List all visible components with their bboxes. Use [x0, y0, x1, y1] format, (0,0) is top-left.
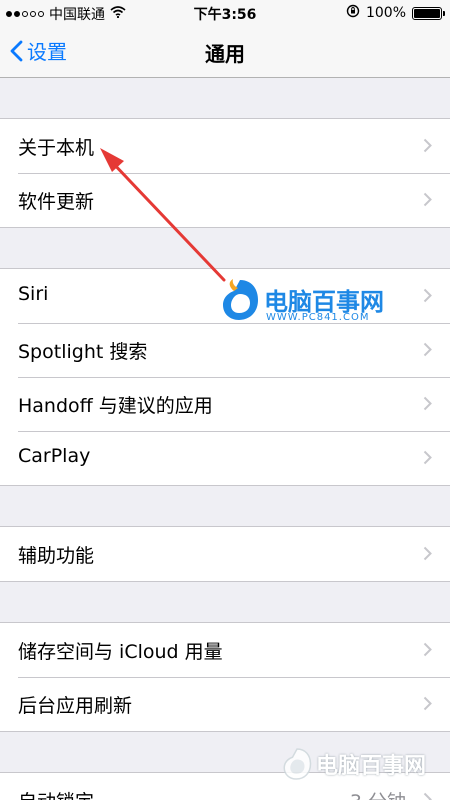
row-label: CarPlay: [18, 445, 91, 467]
status-bar: 中国联通 下午3:56 100%: [0, 0, 450, 26]
watermark-logo-icon: [223, 279, 258, 320]
watermark-url: WWW.PC841.COM: [266, 312, 370, 323]
row-label: Siri: [18, 283, 49, 305]
chevron-right-icon: [423, 138, 432, 153]
row-label: 辅助功能: [18, 545, 95, 567]
row-background-refresh[interactable]: 后台应用刷新: [0, 677, 450, 731]
watermark-corner: 电脑百事网: [282, 742, 448, 792]
row-label: 后台应用刷新: [18, 695, 133, 717]
row-label: 软件更新: [18, 191, 95, 213]
row-about[interactable]: 关于本机: [0, 119, 450, 173]
chevron-right-icon: [423, 342, 432, 357]
chevron-right-icon: [423, 288, 432, 303]
row-label: 关于本机: [18, 137, 95, 159]
page-title: 通用: [205, 42, 245, 66]
row-storage-icloud[interactable]: 储存空间与 iCloud 用量: [0, 623, 450, 677]
section-storage: 储存空间与 iCloud 用量 后台应用刷新: [0, 622, 450, 732]
chevron-right-icon: [423, 696, 432, 711]
row-label: Handoff 与建议的应用: [18, 395, 213, 417]
watermark-logo-icon: [283, 748, 312, 780]
battery-percent: 100%: [365, 5, 406, 21]
chevron-right-icon: [423, 546, 432, 561]
chevron-right-icon: [423, 792, 432, 800]
row-carplay[interactable]: CarPlay: [0, 431, 450, 485]
section-accessibility: 辅助功能: [0, 526, 450, 582]
row-label: Spotlight 搜索: [18, 341, 148, 363]
row-label: 自动锁定: [18, 787, 94, 800]
row-label: 储存空间与 iCloud 用量: [18, 641, 223, 663]
row-accessibility[interactable]: 辅助功能: [0, 527, 450, 581]
row-software-update[interactable]: 软件更新: [0, 173, 450, 227]
navigation-bar: 设置 通用: [0, 26, 450, 78]
chevron-right-icon: [423, 396, 432, 411]
rotation-lock-icon: [346, 4, 360, 22]
chevron-right-icon: [423, 450, 432, 465]
chevron-right-icon: [423, 192, 432, 207]
battery-icon: [412, 6, 445, 20]
section-about: 关于本机 软件更新: [0, 118, 450, 228]
chevron-right-icon: [423, 642, 432, 657]
row-handoff[interactable]: Handoff 与建议的应用: [0, 377, 450, 431]
row-spotlight[interactable]: Spotlight 搜索: [0, 323, 450, 377]
watermark-corner-name: 电脑百事网: [316, 754, 427, 779]
